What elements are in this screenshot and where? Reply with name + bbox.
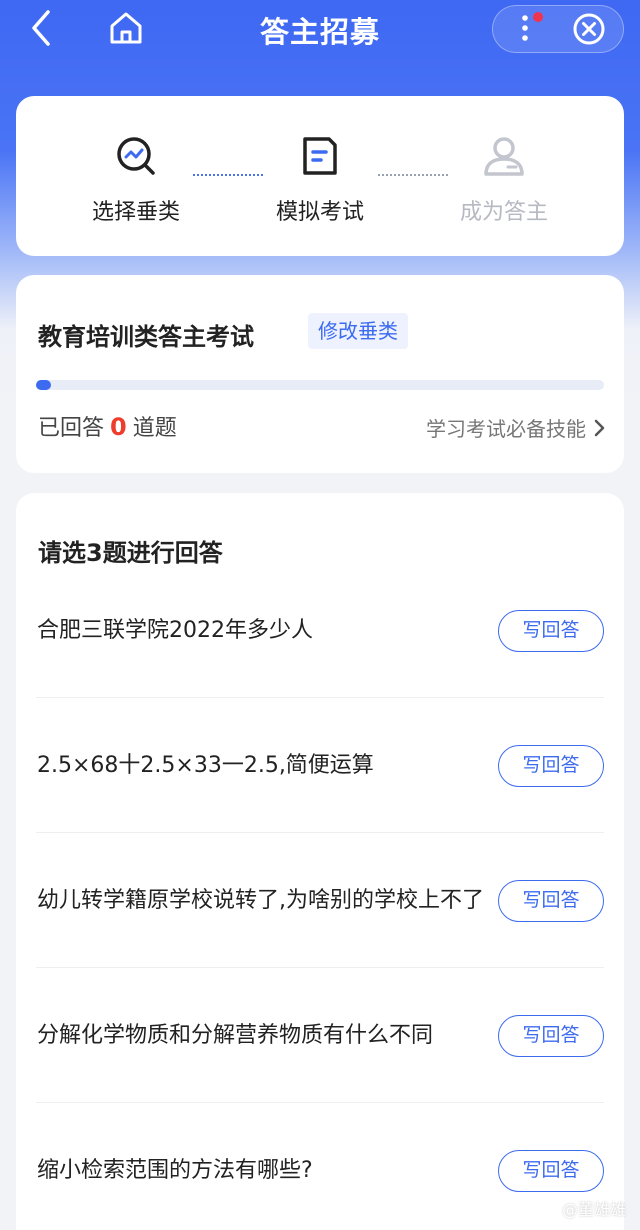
question-text[interactable]: 分解化学物质和分解营养物质有什么不同 [37,1019,492,1053]
write-answer-button[interactable]: 写回答 [498,879,604,922]
question-text[interactable]: 2.5×68十2.5×33一2.5,简便运算 [37,749,492,783]
search-chart-icon [117,137,155,175]
step-connector [193,174,263,176]
progress-bar [36,380,604,390]
question-row: 2.5×68十2.5×33一2.5,简便运算 写回答 [16,698,624,833]
learn-skills-label: 学习考试必备技能 [426,417,586,441]
question-row: 分解化学物质和分解营养物质有什么不同 写回答 [16,968,624,1103]
step-label: 成为答主 [459,200,548,225]
write-answer-button[interactable]: 写回答 [498,609,604,652]
change-category-button[interactable]: 修改垂类 [308,313,408,349]
question-text[interactable]: 幼儿转学籍原学校说转了,为啥别的学校上不了 [37,884,492,918]
notification-dot [533,12,543,22]
question-text[interactable]: 合肥三联学院2022年多少人 [37,614,492,648]
question-row: 合肥三联学院2022年多少人 写回答 [16,563,624,698]
step-label: 选择垂类 [91,200,180,225]
question-row: 幼儿转学籍原学校说转了,为啥别的学校上不了 写回答 [16,833,624,968]
step-connector [378,174,448,176]
write-answer-button[interactable]: 写回答 [498,1014,604,1057]
write-answer-button[interactable]: 写回答 [498,744,604,787]
close-icon[interactable] [572,12,606,46]
document-icon [303,137,337,175]
progress-fill [36,380,51,390]
exam-title: 教育培训类答主考试 [38,323,254,351]
progress-steps-card: 选择垂类 模拟考试 成为答主 [16,96,624,256]
write-answer-button[interactable]: 写回答 [498,1149,604,1192]
exam-card: 教育培训类答主考试 修改垂类 已回答 0 道题 学习考试必备技能 [16,275,624,473]
step-label: 模拟考试 [275,200,364,225]
questions-card: 请选3题进行回答 合肥三联学院2022年多少人 写回答 2.5×68十2.5×3… [16,493,624,1230]
user-icon [484,137,524,176]
learn-skills-link[interactable]: 学习考试必备技能 [426,413,606,442]
chevron-right-icon [594,419,605,436]
answered-count-text: 已回答 0 道题 [38,410,177,442]
watermark-text: @董雄雄 [561,1200,626,1219]
watermark: @董雄雄 [562,1196,626,1220]
answered-prefix: 已回答 [38,416,105,441]
answered-count: 0 [110,413,127,441]
question-row: 缩小检索范围的方法有哪些? 写回答 [16,1103,624,1230]
answered-suffix: 道题 [132,416,177,441]
question-text[interactable]: 缩小检索范围的方法有哪些? [37,1154,492,1188]
top-bar: 答主招募 [0,0,640,60]
